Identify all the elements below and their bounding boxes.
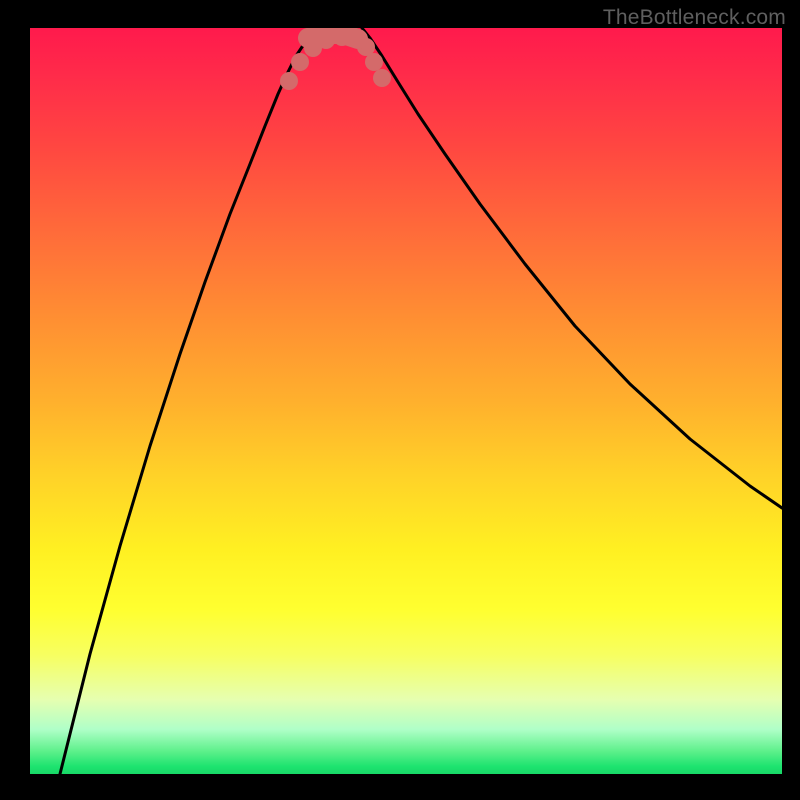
plot-area [30,28,782,774]
chart-frame: TheBottleneck.com [0,0,800,800]
data-point [280,72,298,90]
data-point [365,53,383,71]
curve-right-curve [362,28,782,508]
curve-left-curve [60,28,326,774]
curve-valley-band [308,34,358,39]
data-point [373,69,391,87]
data-point [291,53,309,71]
watermark-text: TheBottleneck.com [603,6,786,30]
chart-svg [30,28,782,774]
